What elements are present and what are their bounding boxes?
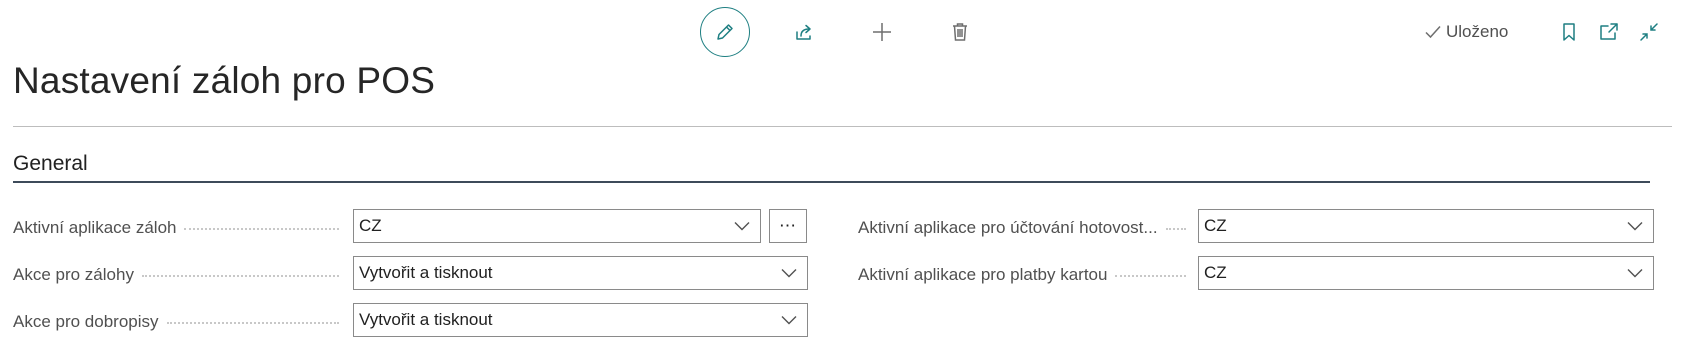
- bookmark-button[interactable]: [1553, 16, 1585, 48]
- field-label: Aktivní aplikace pro platby kartou: [858, 257, 1190, 293]
- pencil-icon: [717, 24, 733, 40]
- bookmark-icon: [1563, 23, 1575, 41]
- section-header-general[interactable]: General: [13, 152, 88, 176]
- field-label: Akce pro zálohy: [13, 257, 343, 293]
- field-label-text: Aktivní aplikace záloh: [13, 218, 177, 237]
- select-value: CZ: [1204, 216, 1227, 235]
- delete-button[interactable]: [936, 8, 984, 56]
- collapse-button[interactable]: [1633, 16, 1665, 48]
- share-icon: [796, 24, 811, 40]
- more-options-button[interactable]: ⋯: [769, 209, 807, 243]
- collapse-icon: [1640, 23, 1658, 41]
- field-label-text: Akce pro zálohy: [13, 265, 134, 284]
- chevron-down-icon: [771, 304, 807, 336]
- save-status: Uloženo: [1424, 20, 1508, 44]
- chevron-down-icon: [724, 210, 760, 242]
- ellipsis-icon: ⋯: [779, 216, 797, 235]
- field-label-text: Akce pro dobropisy: [13, 312, 159, 331]
- action-toolbar: [700, 7, 984, 57]
- new-button[interactable]: [858, 8, 906, 56]
- save-status-text: Uloženo: [1446, 22, 1509, 41]
- page-title: Nastavení záloh pro POS: [13, 60, 436, 101]
- label-dots: [184, 228, 339, 230]
- select-value: CZ: [1204, 263, 1227, 282]
- label-dots: [1165, 228, 1186, 230]
- active-card-payment-app-select[interactable]: CZ: [1198, 256, 1654, 290]
- label-dots: [166, 322, 339, 324]
- open-in-new-window-icon: [1600, 23, 1618, 40]
- chevron-down-icon: [771, 257, 807, 289]
- chevron-down-icon: [1617, 257, 1653, 289]
- field-label-text: Aktivní aplikace pro platby kartou: [858, 265, 1108, 284]
- select-value: Vytvořit a tisknout: [359, 310, 493, 329]
- label-dots: [1115, 275, 1186, 277]
- edit-button[interactable]: [700, 7, 750, 57]
- trash-icon: [953, 23, 967, 41]
- active-cash-posting-app-select[interactable]: CZ: [1198, 209, 1654, 243]
- section-divider: [13, 181, 1650, 183]
- select-value: Vytvořit a tisknout: [359, 263, 493, 282]
- field-label: Aktivní aplikace záloh: [13, 210, 343, 246]
- plus-icon: [873, 23, 891, 41]
- credit-memo-action-select[interactable]: Vytvořit a tisknout: [353, 303, 808, 337]
- chevron-down-icon: [1617, 210, 1653, 242]
- page-actions: [1553, 16, 1665, 48]
- active-deposit-app-select[interactable]: CZ: [353, 209, 761, 243]
- field-label: Akce pro dobropisy: [13, 304, 343, 340]
- share-button[interactable]: [780, 8, 828, 56]
- title-divider: [13, 126, 1672, 127]
- open-in-new-window-button[interactable]: [1593, 16, 1625, 48]
- deposit-action-select[interactable]: Vytvořit a tisknout: [353, 256, 808, 290]
- label-dots: [141, 275, 339, 277]
- select-value: CZ: [359, 216, 382, 235]
- field-label-text: Aktivní aplikace pro účtování hotovost..…: [858, 218, 1158, 237]
- checkmark-icon: [1425, 25, 1441, 39]
- field-label: Aktivní aplikace pro účtování hotovost..…: [858, 210, 1190, 246]
